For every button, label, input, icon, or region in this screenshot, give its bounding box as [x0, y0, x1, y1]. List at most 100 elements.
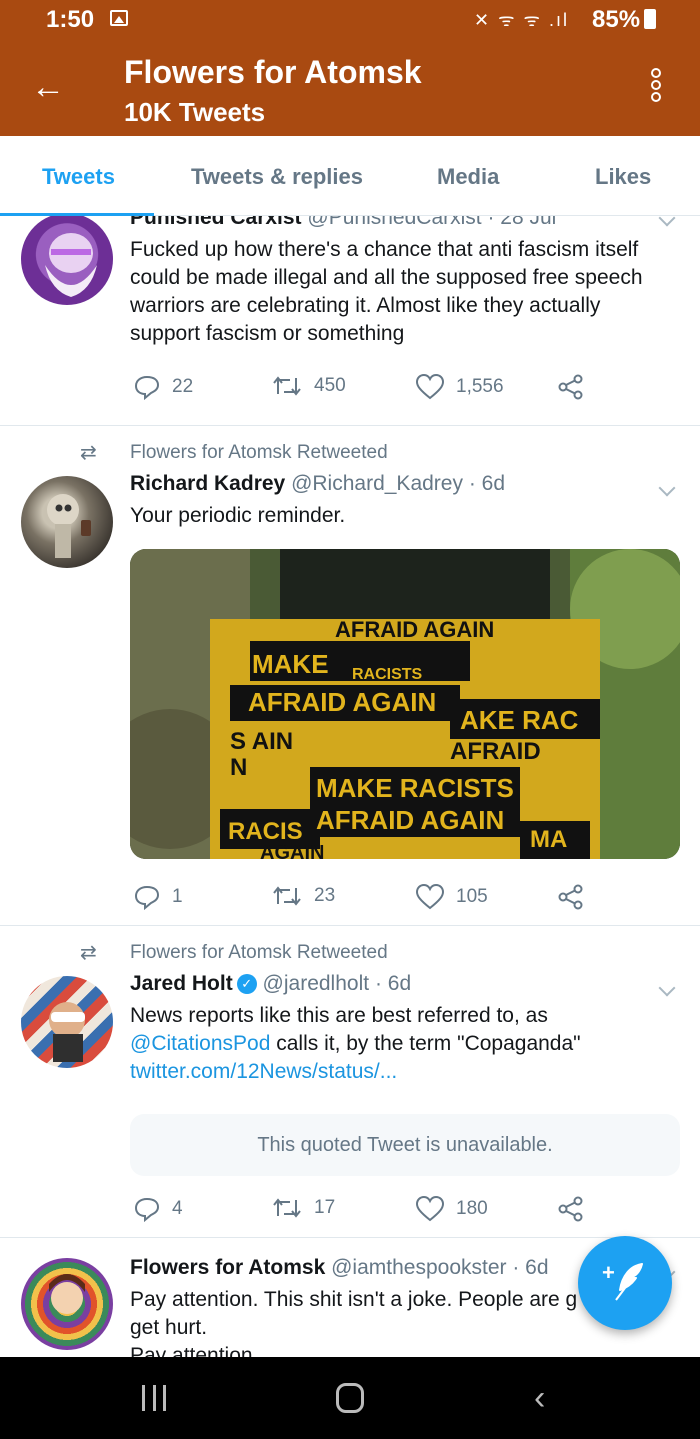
retweet-count: 17 — [314, 1197, 336, 1218]
tweet-text-part: News reports like this are best referred… — [130, 1004, 548, 1027]
tweet-header: Richard Kadrey @Richard_Kadrey · 6d — [130, 472, 505, 496]
tab-likes[interactable]: Likes — [595, 164, 651, 190]
reply-count: 1 — [172, 886, 183, 907]
dot-icon — [651, 68, 661, 78]
system-nav-bar: ‹ — [0, 1357, 700, 1439]
like-button[interactable]: 105 — [416, 884, 488, 910]
share-button[interactable] — [558, 884, 584, 910]
reply-button[interactable]: 1 — [134, 884, 183, 910]
author-handle: @iamthespookster — [331, 1256, 507, 1279]
like-count: 180 — [456, 1198, 488, 1219]
like-button[interactable]: 180 — [416, 1196, 488, 1222]
compose-feather-icon — [615, 1263, 643, 1301]
image-text: MAKE RACISTS — [316, 773, 514, 803]
home-button[interactable] — [336, 1383, 364, 1413]
retweet-icon — [273, 1198, 301, 1218]
quoted-tweet-unavailable: This quoted Tweet is unavailable. — [130, 1114, 680, 1176]
tweet-header: Punished Carxist @PunishedCarxist · 28 J… — [130, 216, 556, 230]
recent-apps-button[interactable] — [142, 1385, 166, 1411]
tab-tweets[interactable]: Tweets — [42, 164, 115, 190]
author-name[interactable]: Punished Carxist — [130, 216, 302, 229]
tweet-item[interactable]: ⇄ Flowers for Atomsk Retweeted Jared Hol… — [0, 926, 700, 1238]
tweet-time: · 6d — [512, 1256, 549, 1279]
tweet-url-link[interactable]: twitter.com/12News/status/... — [130, 1060, 397, 1083]
tweet-image[interactable]: AFRAID AGAIN MAKE RACISTS AFRAID AGAIN S… — [130, 549, 680, 859]
chevron-down-icon[interactable] — [658, 216, 678, 232]
system-back-button[interactable]: ‹ — [534, 1379, 545, 1418]
dot-icon — [651, 80, 661, 90]
avatar[interactable] — [21, 976, 113, 1068]
tweet-feed[interactable]: Punished Carxist @PunishedCarxist · 28 J… — [0, 216, 700, 1357]
app-bar: 1:50 ✕ ᯤ ᯤ .ıl 85% ← Flowers for Atomsk … — [0, 0, 700, 136]
bar-icon — [152, 1385, 156, 1411]
chevron-down-icon[interactable] — [658, 482, 678, 502]
tweet-text: Fucked up how there's a chance that anti… — [130, 238, 643, 345]
author-name[interactable]: Flowers for Atomsk — [130, 1256, 325, 1279]
avatar[interactable] — [21, 1258, 113, 1350]
status-icons: ✕ ᯤ ᯤ .ıl — [474, 10, 569, 30]
tweet-actions: 4 17 180 — [130, 1196, 600, 1230]
reply-count: 22 — [172, 376, 194, 397]
arrow-left-icon: ← — [31, 68, 65, 106]
compose-tweet-button[interactable]: + — [578, 1236, 672, 1330]
avatar[interactable] — [21, 216, 113, 305]
reply-icon — [134, 1197, 160, 1222]
retweet-button[interactable]: 23 — [272, 884, 335, 908]
tweet-time: · 6d — [374, 972, 412, 995]
like-count: 1,556 — [456, 376, 504, 397]
retweet-count: 450 — [314, 375, 346, 396]
verified-badge-icon: ✓ — [236, 974, 257, 994]
image-text: AFRAID AGAIN — [335, 617, 494, 642]
author-name[interactable]: Richard Kadrey — [130, 472, 285, 495]
tweet-text-part: calls it, by the term "Copaganda" — [270, 1032, 581, 1055]
reply-button[interactable]: 22 — [134, 374, 193, 400]
image-text: RACISTS — [352, 666, 423, 683]
more-options-button[interactable] — [644, 66, 668, 110]
reply-icon — [134, 885, 160, 910]
avatar[interactable] — [21, 476, 113, 568]
retweet-button[interactable]: 450 — [272, 374, 346, 398]
retweet-icon — [273, 886, 301, 906]
bar-icon — [142, 1385, 145, 1411]
battery-level: 85% — [592, 6, 641, 33]
like-button[interactable]: 1,556 — [416, 374, 504, 400]
reply-button[interactable]: 4 — [134, 1196, 183, 1222]
heart-icon — [416, 1196, 444, 1222]
tweet-text: Pay attention — [130, 1344, 253, 1357]
author-name[interactable]: Jared Holt — [130, 972, 233, 995]
share-button[interactable] — [558, 1196, 584, 1222]
author-handle: @PunishedCarxist — [307, 216, 482, 229]
image-text: AFRAID AGAIN — [316, 805, 504, 835]
tweet-item[interactable]: ⇄ Flowers for Atomsk Retweeted Richard K… — [0, 426, 700, 926]
chevron-down-icon[interactable] — [658, 982, 678, 1002]
reply-icon — [134, 375, 160, 400]
reply-count: 4 — [172, 1198, 183, 1219]
retweeted-by[interactable]: Flowers for Atomsk Retweeted — [130, 442, 388, 464]
profile-title: Flowers for Atomsk — [124, 54, 422, 90]
author-handle: @jaredlholt — [262, 972, 370, 995]
tab-tweets-replies[interactable]: Tweets & replies — [191, 164, 363, 190]
tweets-count: 10K Tweets — [124, 97, 266, 127]
retweet-icon: ⇄ — [80, 442, 97, 464]
tweet-text: Pay attention. This shit isn't a joke. P… — [130, 1288, 578, 1339]
tweet-header: Jared Holt ✓ @jaredlholt · 6d — [130, 972, 411, 996]
tab-media[interactable]: Media — [437, 164, 499, 190]
share-icon — [558, 884, 583, 910]
tweet-item[interactable]: Punished Carxist @PunishedCarxist · 28 J… — [0, 216, 700, 426]
image-text: N — [230, 754, 247, 781]
avatar-image — [49, 1002, 85, 1062]
status-time: 1:50 — [46, 6, 95, 33]
retweeted-by[interactable]: Flowers for Atomsk Retweeted — [130, 942, 388, 964]
retweet-count: 23 — [314, 885, 336, 906]
share-icon — [558, 374, 583, 400]
retweet-button[interactable]: 17 — [272, 1196, 335, 1220]
back-button[interactable]: ← — [28, 68, 68, 108]
image-text: S AIN — [230, 728, 293, 755]
share-icon — [558, 1196, 583, 1222]
tweet-header: Flowers for Atomsk @iamthespookster · 6d — [130, 1256, 549, 1280]
mention-link[interactable]: @CitationsPod — [130, 1032, 270, 1055]
sticker-photo: AFRAID AGAIN MAKE RACISTS AFRAID AGAIN S… — [130, 549, 680, 859]
image-text: MAKE — [252, 649, 329, 679]
image-text: MA — [530, 826, 567, 853]
share-button[interactable] — [558, 374, 584, 400]
